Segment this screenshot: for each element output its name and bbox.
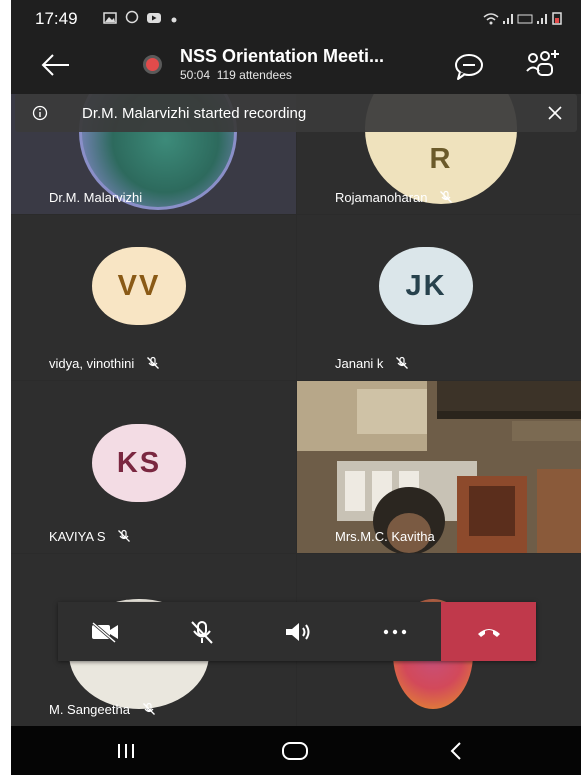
- call-header: NSS Orientation Meeti... 50:04 119 atten…: [11, 38, 581, 94]
- speaker-icon: [286, 622, 310, 641]
- wifi-icon: [483, 13, 499, 25]
- participant-name: Janani k: [335, 356, 409, 371]
- call-controls: [58, 602, 536, 661]
- battery-icon: [552, 12, 562, 25]
- mic-muted-icon: [146, 356, 159, 369]
- mic-muted-icon: [118, 529, 131, 542]
- participant-tile-3[interactable]: VV vidya, vinothini: [11, 215, 296, 380]
- more-icon: [383, 629, 407, 634]
- participant-tile-5[interactable]: KS KAVIYA S: [11, 381, 296, 553]
- system-icons: [483, 11, 563, 28]
- meeting-title: NSS Orientation Meeti...: [180, 46, 385, 66]
- hang-up-button[interactable]: [441, 602, 536, 661]
- participant-tile-4[interactable]: JK Janani k: [297, 215, 581, 380]
- participant-name: Mrs.M.C. Kavitha: [335, 529, 435, 544]
- mic-muted-icon: [142, 702, 155, 715]
- mic-toggle-button[interactable]: [157, 602, 247, 661]
- participant-avatar: KS: [92, 424, 186, 502]
- participant-avatar: JK: [379, 247, 473, 325]
- home-icon: [282, 741, 308, 760]
- participant-video: [297, 381, 581, 553]
- back-nav-button[interactable]: [416, 726, 496, 775]
- more-options-button[interactable]: [350, 602, 440, 661]
- speaker-button[interactable]: [253, 602, 343, 661]
- participant-name: vidya, vinothini: [49, 356, 160, 371]
- youtube-icon: [147, 13, 162, 23]
- image-icon: [103, 12, 117, 24]
- status-bar: 17:49: [11, 0, 581, 38]
- phone-screen: 17:49 Dr.M. Malarvizhi R Rojamanoharan V…: [11, 0, 581, 775]
- navigation-bar: [11, 726, 581, 775]
- recents-button[interactable]: [86, 726, 166, 775]
- volte-icon: [517, 14, 533, 24]
- participant-name: Rojamanoharan: [335, 190, 453, 205]
- participant-name: Dr.M. Malarvizhi: [49, 190, 143, 205]
- camera-toggle-button[interactable]: [60, 602, 150, 661]
- back-nav-icon: [450, 741, 461, 760]
- participant-avatar: VV: [92, 247, 186, 325]
- participant-tile-6[interactable]: Mrs.M.C. Kavitha: [297, 381, 581, 553]
- signal-icon: [502, 14, 513, 24]
- home-button[interactable]: [255, 726, 335, 775]
- meeting-info: 50:04 119 attendees: [180, 68, 292, 82]
- mic-muted-icon: [440, 190, 453, 203]
- participant-name: KAVIYA S: [49, 529, 131, 544]
- participant-name: M. Sangeetha: [49, 702, 156, 717]
- back-arrow-icon[interactable]: [39, 50, 73, 80]
- camera-off-icon: [92, 621, 118, 643]
- signal-icon-2: [536, 14, 547, 24]
- whatsapp-icon: [125, 10, 138, 24]
- dot-icon: [171, 17, 177, 23]
- mic-off-icon: [191, 620, 213, 644]
- recording-indicator-icon: [143, 55, 162, 74]
- recording-banner: Dr.M. Malarvizhi started recording: [15, 94, 577, 132]
- notification-icons: [103, 10, 178, 27]
- close-icon[interactable]: [546, 104, 564, 122]
- mic-muted-icon: [396, 356, 409, 369]
- hang-up-icon: [477, 628, 500, 637]
- attendee-count: 119 attendees: [216, 68, 292, 82]
- meeting-duration: 50:04: [180, 68, 211, 82]
- status-time: 17:49: [35, 9, 78, 28]
- participants-icon[interactable]: [523, 47, 563, 83]
- info-icon: [32, 105, 48, 121]
- chat-icon[interactable]: [452, 50, 486, 82]
- banner-message: Dr.M. Malarvizhi started recording: [82, 105, 307, 122]
- recents-icon: [118, 743, 134, 758]
